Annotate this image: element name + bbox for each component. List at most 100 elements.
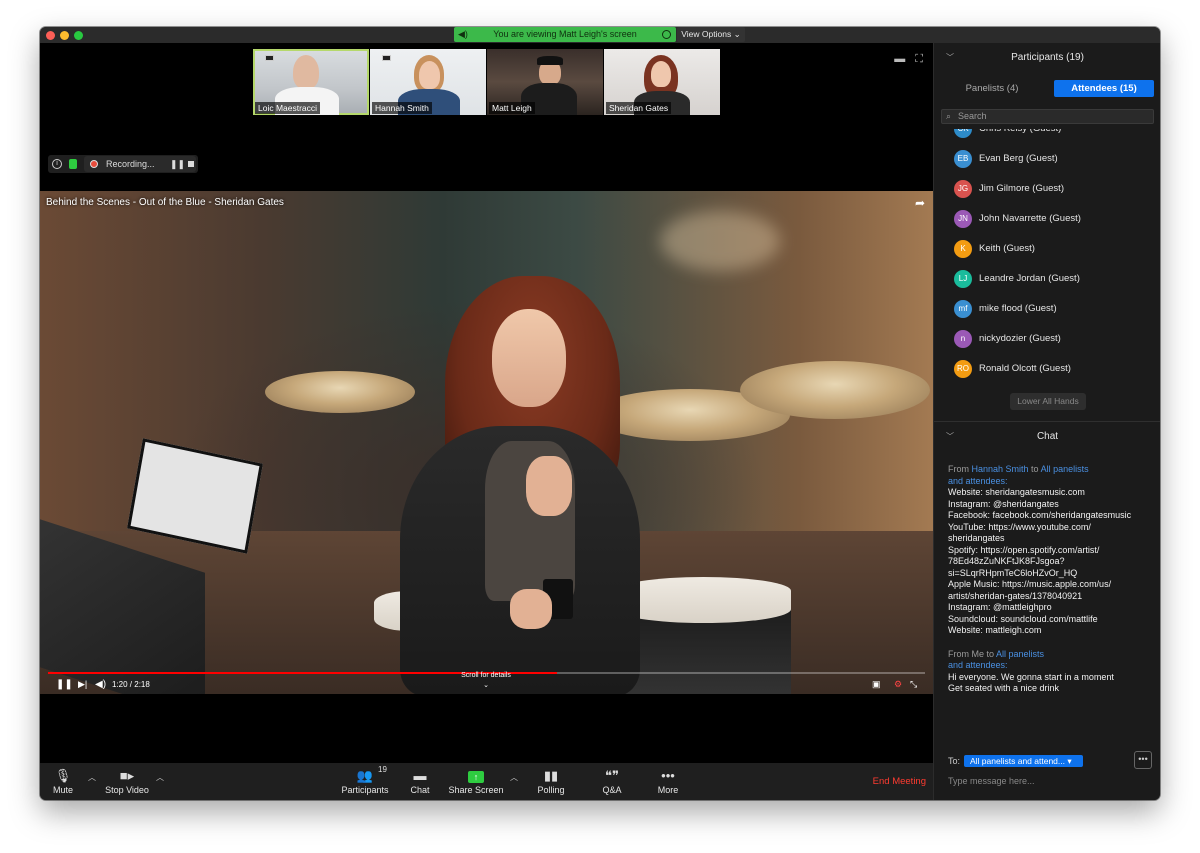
chat-message-input[interactable]: Type message here...	[948, 776, 1148, 786]
meeting-toolbar: 🎙 Mute ︿ ■▸ Stop Video ︿ 👥 19 Participan…	[40, 763, 933, 800]
video-title[interactable]: Behind the Scenes - Out of the Blue - Sh…	[46, 197, 284, 208]
info-icon[interactable]: i	[52, 159, 62, 169]
list-item[interactable]: LJ Leandre Jordan (Guest)	[934, 264, 1160, 294]
search-icon: ⌕	[946, 111, 952, 121]
settings-hd-icon[interactable]: ⚙	[894, 675, 902, 694]
share-arrow-icon[interactable]: ➦	[915, 196, 925, 210]
zoom-window-button[interactable]	[74, 31, 83, 40]
recipient-name[interactable]: All panelists	[996, 649, 1044, 659]
recipient-name[interactable]: All panelists	[1041, 464, 1089, 474]
chat-title: Chat	[1036, 431, 1059, 442]
right-sidebar: ﹀ Participants (19) Panelists (4) Attend…	[933, 43, 1160, 800]
recording-bar: i Recording... ❚❚	[48, 155, 198, 173]
more-button[interactable]: ••• More	[656, 767, 680, 796]
end-meeting-button[interactable]: End Meeting	[873, 776, 926, 787]
title-bar: ◀) You are viewing Matt Leigh's screen V…	[40, 27, 1160, 43]
pause-icon[interactable]: ❚❚	[56, 675, 73, 694]
chat-label: Chat	[410, 785, 430, 795]
mute-button[interactable]: 🎙 Mute	[50, 767, 76, 796]
presenter-face	[492, 309, 566, 407]
avatar: JN	[954, 210, 972, 228]
share-screen-icon: ↑	[448, 767, 504, 785]
participants-button[interactable]: 👥 19 Participants	[340, 765, 390, 796]
recording-label: Recording...	[106, 159, 155, 169]
avatar: mf	[954, 300, 972, 318]
main-area: Loic Maestracci Hannah Smith Matt Leigh …	[40, 43, 933, 763]
camera-tag-icon	[382, 55, 391, 61]
polling-label: Polling	[537, 785, 565, 795]
exit-fullscreen-icon[interactable]: ⤡	[910, 675, 917, 694]
collapse-participants-icon[interactable]: ﹀	[946, 43, 954, 73]
lower-all-hands-button[interactable]: Lower All Hands	[1010, 393, 1086, 410]
qa-bubbles-icon: ❝❞	[605, 768, 619, 783]
thumbnail-loic-maestracci[interactable]: Loic Maestracci	[253, 49, 369, 115]
stop-video-button[interactable]: ■▸ Stop Video	[102, 767, 152, 796]
thumbnail-matt-leigh[interactable]: Matt Leigh	[487, 49, 603, 115]
tab-attendees[interactable]: Attendees (15)	[1054, 80, 1154, 97]
tab-panelists[interactable]: Panelists (4)	[942, 80, 1042, 97]
sender-name: Me	[971, 648, 985, 659]
share-screen-button[interactable]: ↑ Share Screen	[448, 767, 504, 796]
chat-button[interactable]: ▬ Chat	[408, 767, 432, 796]
video-options-caret-icon[interactable]: ︿	[156, 772, 164, 783]
chat-message-text: Hi everyone. We gonna start in a moment …	[948, 671, 1114, 694]
minimize-window-button[interactable]	[60, 31, 69, 40]
participant-face	[419, 61, 440, 89]
chat-more-options-button[interactable]: •••	[1134, 751, 1152, 769]
list-item[interactable]: JN John Navarrette (Guest)	[934, 204, 1160, 234]
fullscreen-icon[interactable]: ⛶	[915, 53, 923, 66]
gallery-layout-icon[interactable]: ▬	[894, 53, 905, 66]
status-indicator-icon	[662, 30, 671, 39]
participant-tabs: Panelists (4) Attendees (15)	[942, 80, 1154, 97]
collapse-chat-icon[interactable]: ﹀	[946, 422, 954, 452]
studio-light	[660, 211, 780, 271]
lock-icon[interactable]	[69, 159, 77, 169]
volume-icon[interactable]: ◀)	[95, 675, 106, 694]
to-word: to	[1028, 464, 1041, 474]
chat-header: ﹀ Chat	[934, 422, 1160, 452]
participants-count-badge: 19	[378, 765, 387, 774]
pause-recording-icon[interactable]: ❚❚	[170, 156, 185, 172]
captions-icon[interactable]: ▣	[872, 675, 881, 694]
to-word: to	[984, 648, 997, 659]
zoom-window: ◀) You are viewing Matt Leigh's screen V…	[40, 27, 1160, 800]
recording-dot-icon	[90, 160, 98, 168]
shared-video-player[interactable]: Behind the Scenes - Out of the Blue - Sh…	[40, 191, 933, 694]
attendee-name: Ronald Olcott (Guest)	[979, 363, 1071, 374]
stop-recording-icon[interactable]	[188, 161, 194, 167]
chat-message-sender: From Hannah Smith to All panelists and at…	[948, 464, 1153, 487]
sender-name[interactable]: Hannah Smith	[972, 464, 1029, 474]
list-item[interactable]: JG Jim Gilmore (Guest)	[934, 174, 1160, 204]
chat-recipient-value: All panelists and attend...	[970, 756, 1065, 766]
list-item[interactable]: K Keith (Guest)	[934, 234, 1160, 264]
view-controls: ▬ ⛶	[894, 53, 923, 66]
thumbnail-sheridan-gates[interactable]: Sheridan Gates	[604, 49, 720, 115]
audio-options-caret-icon[interactable]: ︿	[88, 772, 96, 783]
thumbnail-hannah-smith[interactable]: Hannah Smith	[370, 49, 486, 115]
list-item[interactable]: n nickydozier (Guest)	[934, 324, 1160, 354]
chat-messages: From Hannah Smith to All panelists and at…	[948, 464, 1153, 707]
next-icon[interactable]: ▶|	[78, 675, 87, 694]
polling-button[interactable]: ▮▮ Polling	[536, 767, 566, 796]
participant-cap	[537, 56, 563, 65]
list-item[interactable]: EB Evan Berg (Guest)	[934, 144, 1160, 174]
share-options-caret-icon[interactable]: ︿	[510, 772, 518, 783]
camera-tag-icon	[265, 55, 274, 61]
close-window-button[interactable]	[46, 31, 55, 40]
scroll-for-details[interactable]: Scroll for details ⌄	[460, 671, 512, 691]
participant-face	[651, 61, 671, 87]
list-item[interactable]: RO Ronald Olcott (Guest)	[934, 354, 1160, 383]
thumbnail-name: Hannah Smith	[372, 102, 432, 114]
share-screen-label: Share Screen	[448, 785, 504, 795]
avatar: n	[954, 330, 972, 348]
qa-button[interactable]: ❝❞ Q&A	[600, 767, 624, 796]
view-options-label: View Options	[681, 29, 732, 39]
list-item[interactable]: mf mike flood (Guest)	[934, 294, 1160, 324]
list-item[interactable]: CK Chris Kelsy (Guest)	[934, 129, 1160, 144]
participant-search-input[interactable]: ⌕ Search	[941, 109, 1154, 124]
stop-video-label: Stop Video	[105, 785, 149, 795]
chat-recipient-select[interactable]: All panelists and attend... ▾	[964, 755, 1083, 767]
video-controls: ❚❚ ▶| ◀) 1:20 / 2:18 Scroll for details ⌄…	[40, 672, 933, 694]
view-options-button[interactable]: View Options ⌄	[677, 27, 745, 42]
attendee-name: Leandre Jordan (Guest)	[979, 273, 1080, 284]
